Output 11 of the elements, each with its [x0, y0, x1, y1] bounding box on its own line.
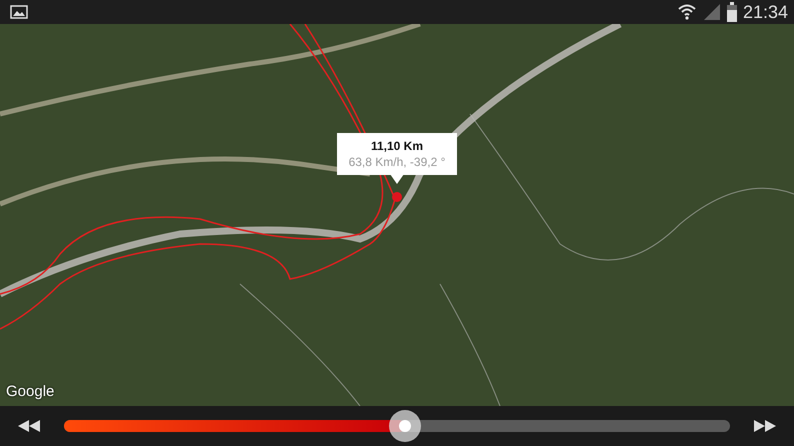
map-attribution: Google	[6, 383, 54, 400]
signal-icon	[702, 3, 721, 21]
battery-icon	[726, 2, 737, 22]
wifi-icon	[676, 3, 697, 21]
image-icon	[10, 5, 28, 19]
popup-distance: 11,10 Km	[370, 139, 424, 153]
status-time: 21:34	[742, 1, 788, 24]
satellite-map[interactable]: 11,10 Km 63,8 Km/h, -39,2 ° Google	[0, 24, 794, 406]
popup-details: 63,8 Km/h, -39,2 °	[348, 155, 446, 169]
location-marker[interactable]	[392, 192, 402, 202]
slider-thumb[interactable]	[388, 410, 421, 442]
